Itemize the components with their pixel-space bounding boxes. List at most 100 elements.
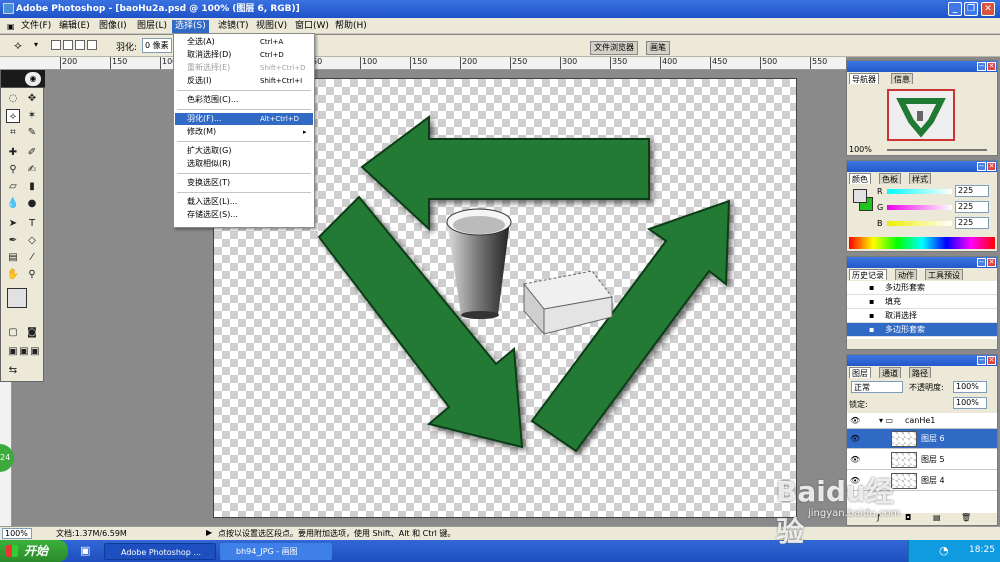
eyedropper-tool-icon[interactable]: ⁄ (25, 251, 39, 265)
hand-tool-icon[interactable]: ✋ (6, 268, 20, 282)
feather-input[interactable]: 0 像素 (142, 38, 172, 53)
menu-filter[interactable]: 滤镜(T) (215, 20, 252, 33)
layers-collapse-button[interactable]: − (977, 356, 986, 365)
select-menu-item[interactable]: 重新选择(E) Shift+Ctrl+D (175, 62, 313, 74)
channel-g-input[interactable]: 225 (955, 201, 989, 213)
tab-paths[interactable]: 路径 (909, 367, 931, 378)
history-collapse-button[interactable]: − (977, 258, 986, 267)
select-menu-item[interactable]: 取消选择(D) Ctrl+D (175, 49, 313, 61)
clock[interactable]: 18:25 (969, 545, 995, 555)
eraser-tool-icon[interactable]: ▱ (6, 180, 20, 194)
dodge-tool-icon[interactable]: ● (25, 197, 39, 211)
select-menu-item[interactable]: 选取相似(R) (175, 158, 313, 170)
close-button[interactable]: ✕ (981, 2, 995, 16)
ps-menu-icon[interactable]: ▣ (4, 20, 18, 33)
layer-row[interactable]: 👁 图层 5 (847, 450, 997, 470)
standard-mode-icon[interactable]: ▢ (6, 326, 20, 340)
navigator-zoom-slider[interactable] (887, 149, 987, 151)
healing-brush-icon[interactable]: ✚ (6, 146, 20, 160)
select-menu-item[interactable]: 变换选区(T) (175, 177, 313, 189)
jump-imageready-icon[interactable]: ⇆ (6, 364, 20, 378)
subtract-selection-icon[interactable] (75, 40, 85, 50)
select-menu-item[interactable]: 全选(A) Ctrl+A (175, 36, 313, 48)
layer-thumbnail[interactable] (891, 452, 917, 468)
select-menu-item[interactable]: 反选(I) Shift+Ctrl+I (175, 75, 313, 87)
history-item[interactable]: ▪ 填充 (847, 295, 997, 309)
menu-edit[interactable]: 编辑(E) (56, 20, 93, 33)
brush-tool-icon[interactable]: ✐ (25, 146, 39, 160)
start-button[interactable]: 开始 (0, 540, 68, 562)
volume-icon[interactable]: ◔ (939, 544, 949, 557)
new-selection-icon[interactable] (51, 40, 61, 50)
show-desktop-icon[interactable]: ▣ (80, 544, 90, 557)
status-arrow-icon[interactable]: ▶ (206, 528, 212, 537)
channel-b-input[interactable]: 225 (955, 217, 989, 229)
menu-layer[interactable]: 图层(L) (134, 20, 170, 33)
foreground-color-swatch[interactable] (7, 288, 27, 308)
menu-window[interactable]: 窗口(W) (292, 20, 332, 33)
history-brush-icon[interactable]: ✍ (25, 163, 39, 177)
channel-r-slider[interactable] (887, 189, 952, 194)
history-item[interactable]: ▪ 取消选择 (847, 309, 997, 323)
layer-thumbnail[interactable] (891, 431, 917, 447)
navigator-collapse-button[interactable]: − (977, 62, 986, 71)
crop-tool-icon[interactable]: ⌗ (6, 126, 20, 140)
folder-icon[interactable]: ▾ ▭ (879, 413, 893, 429)
tab-info[interactable]: 信息 (891, 73, 913, 84)
history-item[interactable]: ▪ 多边形套索 (847, 281, 997, 295)
layer-row[interactable]: 👁 图层 6 (847, 429, 997, 449)
menu-help[interactable]: 帮助(H) (332, 20, 370, 33)
tab-history[interactable]: 历史记录 (849, 269, 887, 280)
quickmask-mode-icon[interactable]: ◙ (25, 326, 39, 340)
history-close-button[interactable]: ✕ (987, 258, 996, 267)
marquee-tool-icon[interactable]: ◌ (6, 92, 20, 106)
task-paint[interactable]: bh94_JPG - 画图 (220, 543, 332, 560)
select-menu-item[interactable]: 扩大选取(G) (175, 145, 313, 157)
channel-b-slider[interactable] (887, 221, 952, 226)
select-menu-item[interactable]: 载入选区(L)... (175, 196, 313, 208)
notes-tool-icon[interactable]: ▤ (6, 251, 20, 265)
color-panel-foreground[interactable] (853, 189, 867, 203)
select-menu-item[interactable]: 羽化(F)... Alt+Ctrl+D (175, 113, 313, 125)
type-tool-icon[interactable]: T (25, 217, 39, 231)
eye-icon[interactable]: 👁 (850, 450, 860, 470)
path-select-icon[interactable]: ➤ (6, 217, 20, 231)
polygonal-lasso-icon[interactable]: ⟡ (14, 38, 22, 53)
navigator-zoom-value[interactable]: 100% (849, 145, 872, 154)
eye-icon[interactable]: 👁 (850, 413, 860, 429)
status-doc-size[interactable]: 文档:1.37M/6.59M (56, 528, 127, 539)
lasso-tool-icon[interactable]: ⟡ (6, 109, 20, 123)
task-photoshop[interactable]: Adobe Photoshop ... (104, 543, 216, 560)
gradient-tool-icon[interactable]: ▮ (25, 180, 39, 194)
zoom-tool-icon[interactable]: ⚲ (25, 268, 39, 282)
menu-image[interactable]: 图像(I) (96, 20, 130, 33)
blend-mode-select[interactable]: 正常 (851, 381, 903, 393)
channel-r-input[interactable]: 225 (955, 185, 989, 197)
screen-mode-3-icon[interactable]: ▣ (28, 345, 42, 359)
tab-styles[interactable]: 样式 (909, 173, 931, 184)
tab-tool-presets[interactable]: 工具预设 (925, 269, 963, 280)
tab-swatches[interactable]: 色板 (879, 173, 901, 184)
navigator-close-button[interactable]: ✕ (987, 62, 996, 71)
menu-file[interactable]: 文件(F) (18, 20, 54, 33)
minimize-button[interactable]: _ (948, 2, 962, 16)
shape-tool-icon[interactable]: ◇ (25, 234, 39, 248)
select-menu-item[interactable]: 存储选区(S)... (175, 209, 313, 221)
pen-tool-icon[interactable]: ✒ (6, 234, 20, 248)
file-browser-tab[interactable]: 文件浏览器 (590, 41, 638, 55)
layers-close-button[interactable]: ✕ (987, 356, 996, 365)
fill-input[interactable]: 100% (953, 397, 987, 409)
clone-stamp-icon[interactable]: ⚲ (6, 163, 20, 177)
eye-logo-icon[interactable]: ◉ (25, 72, 41, 86)
navigator-thumbnail[interactable] (887, 89, 955, 141)
menu-select[interactable]: 选择(S) (172, 20, 209, 33)
color-ramp[interactable] (849, 237, 995, 249)
status-zoom[interactable]: 100% (2, 528, 32, 539)
tool-preset-dropdown-icon[interactable]: ▾ (34, 40, 38, 49)
channel-g-slider[interactable] (887, 205, 952, 210)
color-collapse-button[interactable]: − (977, 162, 986, 171)
select-menu-item[interactable]: 色彩范围(C)... (175, 94, 313, 106)
opacity-input[interactable]: 100% (953, 381, 987, 393)
new-layer-icon[interactable]: ▤ (933, 513, 941, 522)
delete-layer-icon[interactable]: 🗑 (961, 513, 971, 522)
